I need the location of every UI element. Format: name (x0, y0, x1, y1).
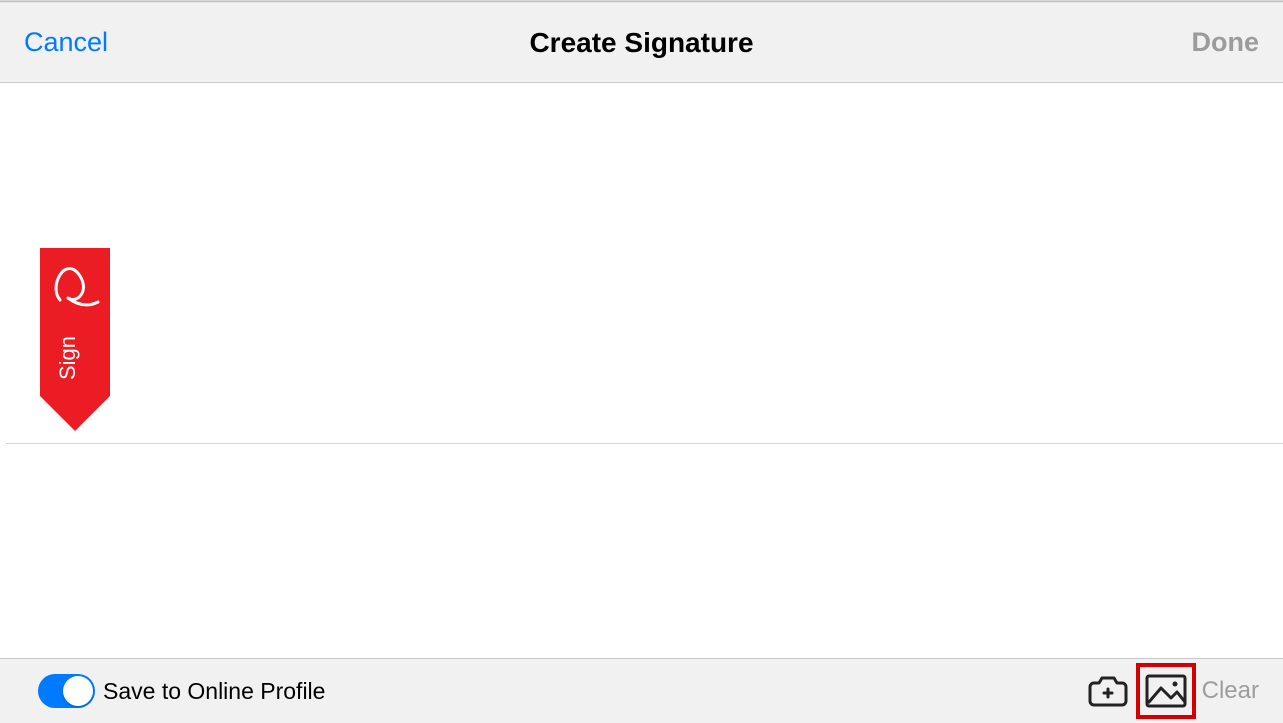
sign-bookmark-tab[interactable]: Sign (40, 248, 110, 433)
dialog-footer: Save to Online Profile Clear (0, 658, 1283, 723)
done-button[interactable]: Done (1192, 27, 1260, 58)
clear-button[interactable]: Clear (1202, 677, 1259, 705)
image-button-highlight (1136, 663, 1196, 719)
save-online-profile-label: Save to Online Profile (103, 678, 325, 705)
signature-canvas[interactable]: Sign (0, 83, 1283, 658)
svg-text:Sign: Sign (55, 336, 80, 380)
save-online-profile-toggle[interactable] (38, 674, 95, 708)
image-icon (1145, 674, 1187, 708)
camera-button[interactable] (1086, 669, 1130, 713)
image-button[interactable] (1144, 669, 1188, 713)
cancel-button[interactable]: Cancel (24, 27, 108, 58)
camera-icon (1088, 675, 1128, 707)
dialog-title: Create Signature (0, 27, 1283, 59)
signature-baseline (6, 443, 1283, 444)
dialog-header: Cancel Create Signature Done (0, 3, 1283, 83)
sign-bookmark-icon: Sign (40, 248, 110, 433)
